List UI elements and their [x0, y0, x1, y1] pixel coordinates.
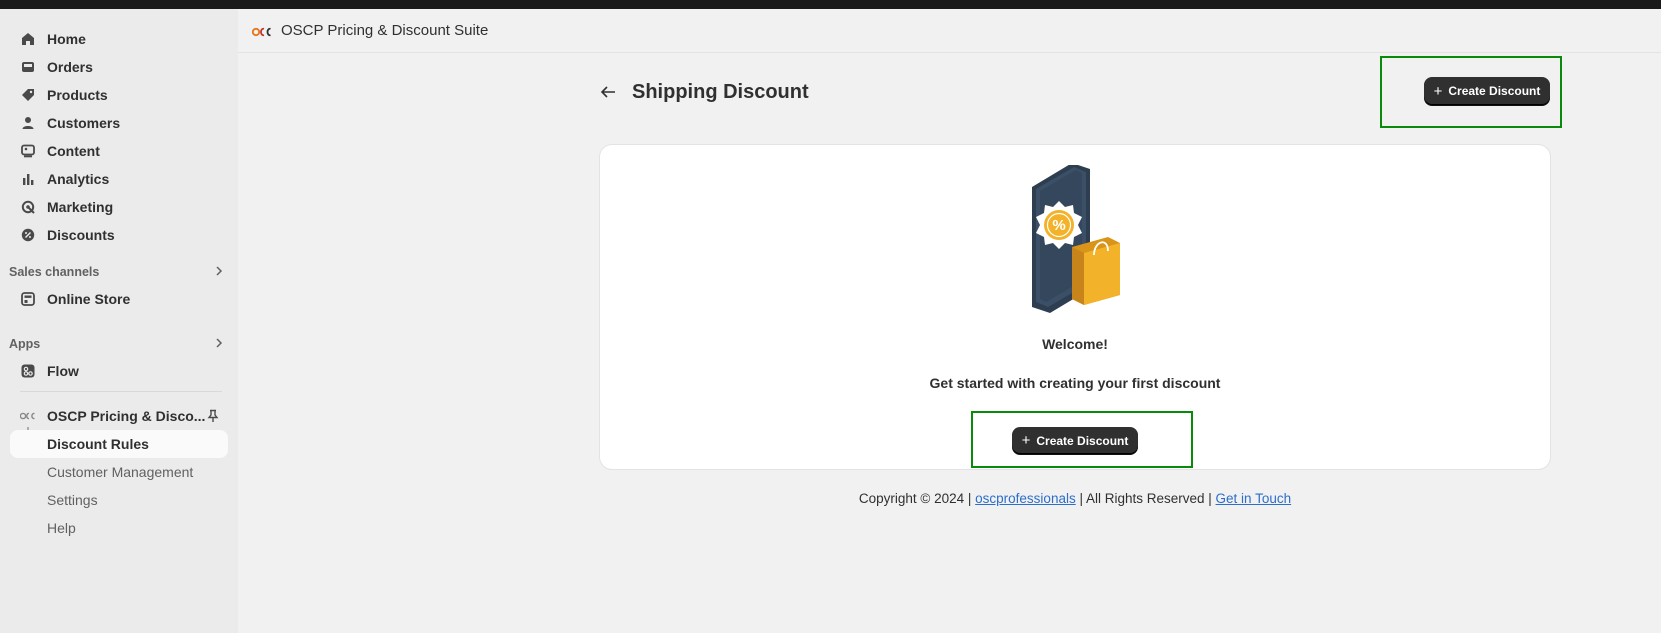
app-header: OSCP Pricing & Discount Suite [238, 9, 1661, 53]
back-arrow-icon[interactable] [600, 82, 620, 102]
sidebar-subitem-discount-rules[interactable]: Discount Rules [10, 430, 228, 458]
sales-channels-header[interactable]: Sales channels [9, 262, 224, 282]
sidebar-item-customers[interactable]: Customers [10, 109, 228, 137]
rights-text: | All Rights Reserved | [1075, 491, 1216, 506]
sidebar-item-discounts[interactable]: Discounts [10, 221, 228, 249]
chevron-right-icon [214, 265, 224, 279]
plus-icon: + [1433, 82, 1443, 100]
image-icon [20, 143, 36, 159]
sidebar-subitem-settings[interactable]: Settings [10, 486, 228, 514]
get-in-touch-link[interactable]: Get in Touch [1216, 491, 1292, 506]
sidebar-item-label: OSCP Pricing & Disco... [47, 408, 206, 424]
button-label: Create Discount [1036, 433, 1129, 448]
button-label: Create Discount [1448, 84, 1541, 98]
sidebar-item-label: Home [47, 31, 86, 47]
person-icon [20, 115, 36, 131]
sidebar-item-online-store[interactable]: Online Store [10, 285, 228, 313]
inbox-icon [20, 59, 36, 75]
sidebar-item-flow[interactable]: Flow [10, 357, 228, 385]
sidebar-subitem-help[interactable]: Help [10, 514, 228, 542]
pin-icon[interactable] [206, 409, 220, 423]
sidebar-subitem-customer-management[interactable]: Customer Management [10, 458, 228, 486]
sidebar-item-label: Discounts [47, 227, 115, 243]
sidebar-item-home[interactable]: Home [10, 25, 228, 53]
create-discount-button-header[interactable]: + Create Discount [1424, 77, 1550, 105]
flow-icon [20, 363, 36, 379]
app-title: OSCP Pricing & Discount Suite [281, 22, 489, 39]
discount-badge-icon [20, 227, 36, 243]
sidebar-item-label: Analytics [47, 171, 110, 187]
sidebar-item-label: Marketing [47, 199, 114, 215]
create-discount-button-card[interactable]: + Create Discount [1012, 427, 1138, 454]
welcome-heading: Welcome! [1042, 336, 1108, 352]
sidebar-item-label: Orders [47, 59, 93, 75]
oscp-logo-icon [20, 408, 36, 424]
tag-icon [20, 87, 36, 103]
sidebar-item-label: Content [47, 143, 100, 159]
sidebar-item-marketing[interactable]: Marketing [10, 193, 228, 221]
sidebar-item-content[interactable]: Content [10, 137, 228, 165]
svg-text:%: % [1052, 217, 1065, 234]
plus-icon: + [1021, 432, 1031, 449]
sidebar-item-products[interactable]: Products [10, 81, 228, 109]
browser-top-bar [0, 0, 1661, 9]
store-icon [20, 291, 36, 307]
welcome-subtitle: Get started with creating your first dis… [929, 375, 1221, 391]
section-label: Sales channels [9, 265, 100, 279]
home-icon [20, 31, 36, 47]
section-label: Apps [9, 337, 41, 351]
oscprofessionals-link[interactable]: oscprofessionals [975, 491, 1076, 506]
chevron-right-icon [214, 337, 224, 351]
copyright-text: Copyright © 2024 | [858, 491, 976, 506]
sidebar-item-label: Customers [47, 115, 121, 131]
sidebar-item-oscp-app[interactable]: OSCP Pricing & Disco... [10, 402, 228, 430]
footer: Copyright © 2024 | oscprofessionals | Al… [600, 491, 1550, 506]
oscp-logo [251, 25, 272, 37]
sidebar-item-orders[interactable]: Orders [10, 53, 228, 81]
bar-chart-icon [20, 171, 36, 187]
sidebar-item-label: Flow [47, 363, 79, 379]
apps-header[interactable]: Apps [9, 334, 224, 354]
sidebar-item-label: Products [47, 87, 108, 103]
page-title: Shipping Discount [632, 80, 809, 103]
shopping-discount-illustration: % [1020, 163, 1130, 320]
sidebar: Home Orders Products Customers Content A… [0, 9, 238, 633]
sidebar-item-analytics[interactable]: Analytics [10, 165, 228, 193]
sidebar-divider [20, 391, 222, 392]
page-title-row: Shipping Discount [600, 78, 809, 106]
target-icon [20, 199, 36, 215]
sidebar-item-label: Online Store [47, 291, 131, 307]
